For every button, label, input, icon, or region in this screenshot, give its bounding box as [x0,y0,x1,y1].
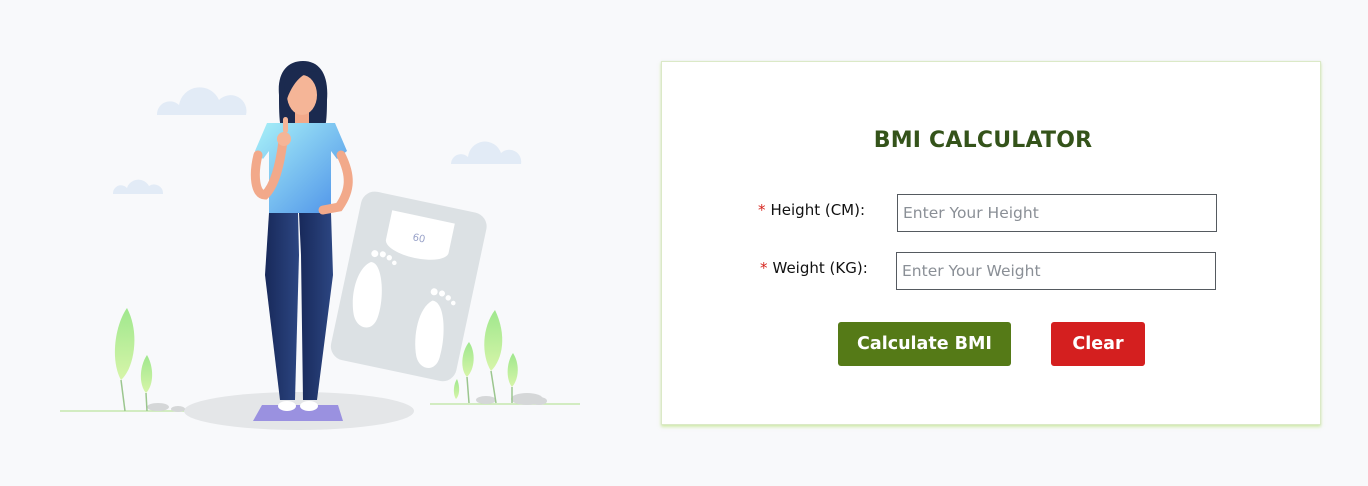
required-mark: * [758,201,766,219]
height-label-text: Height (CM): [770,201,866,219]
weight-input[interactable] [896,252,1216,290]
bmi-calculator-card [661,61,1321,425]
card-title: BMI CALCULATOR [873,128,1093,153]
bmi-illustration: 60 [55,55,585,440]
height-input[interactable] [897,194,1217,232]
height-label: * Height (CM): [758,201,865,219]
weight-label-text: Weight (KG): [772,259,868,277]
weight-label: * Weight (KG): [760,259,868,277]
calculate-bmi-button[interactable]: Calculate BMI [838,322,1011,366]
plant-icon [114,308,153,412]
clear-button[interactable]: Clear [1051,322,1145,366]
woman-figure [250,61,353,411]
required-mark: * [760,259,768,277]
